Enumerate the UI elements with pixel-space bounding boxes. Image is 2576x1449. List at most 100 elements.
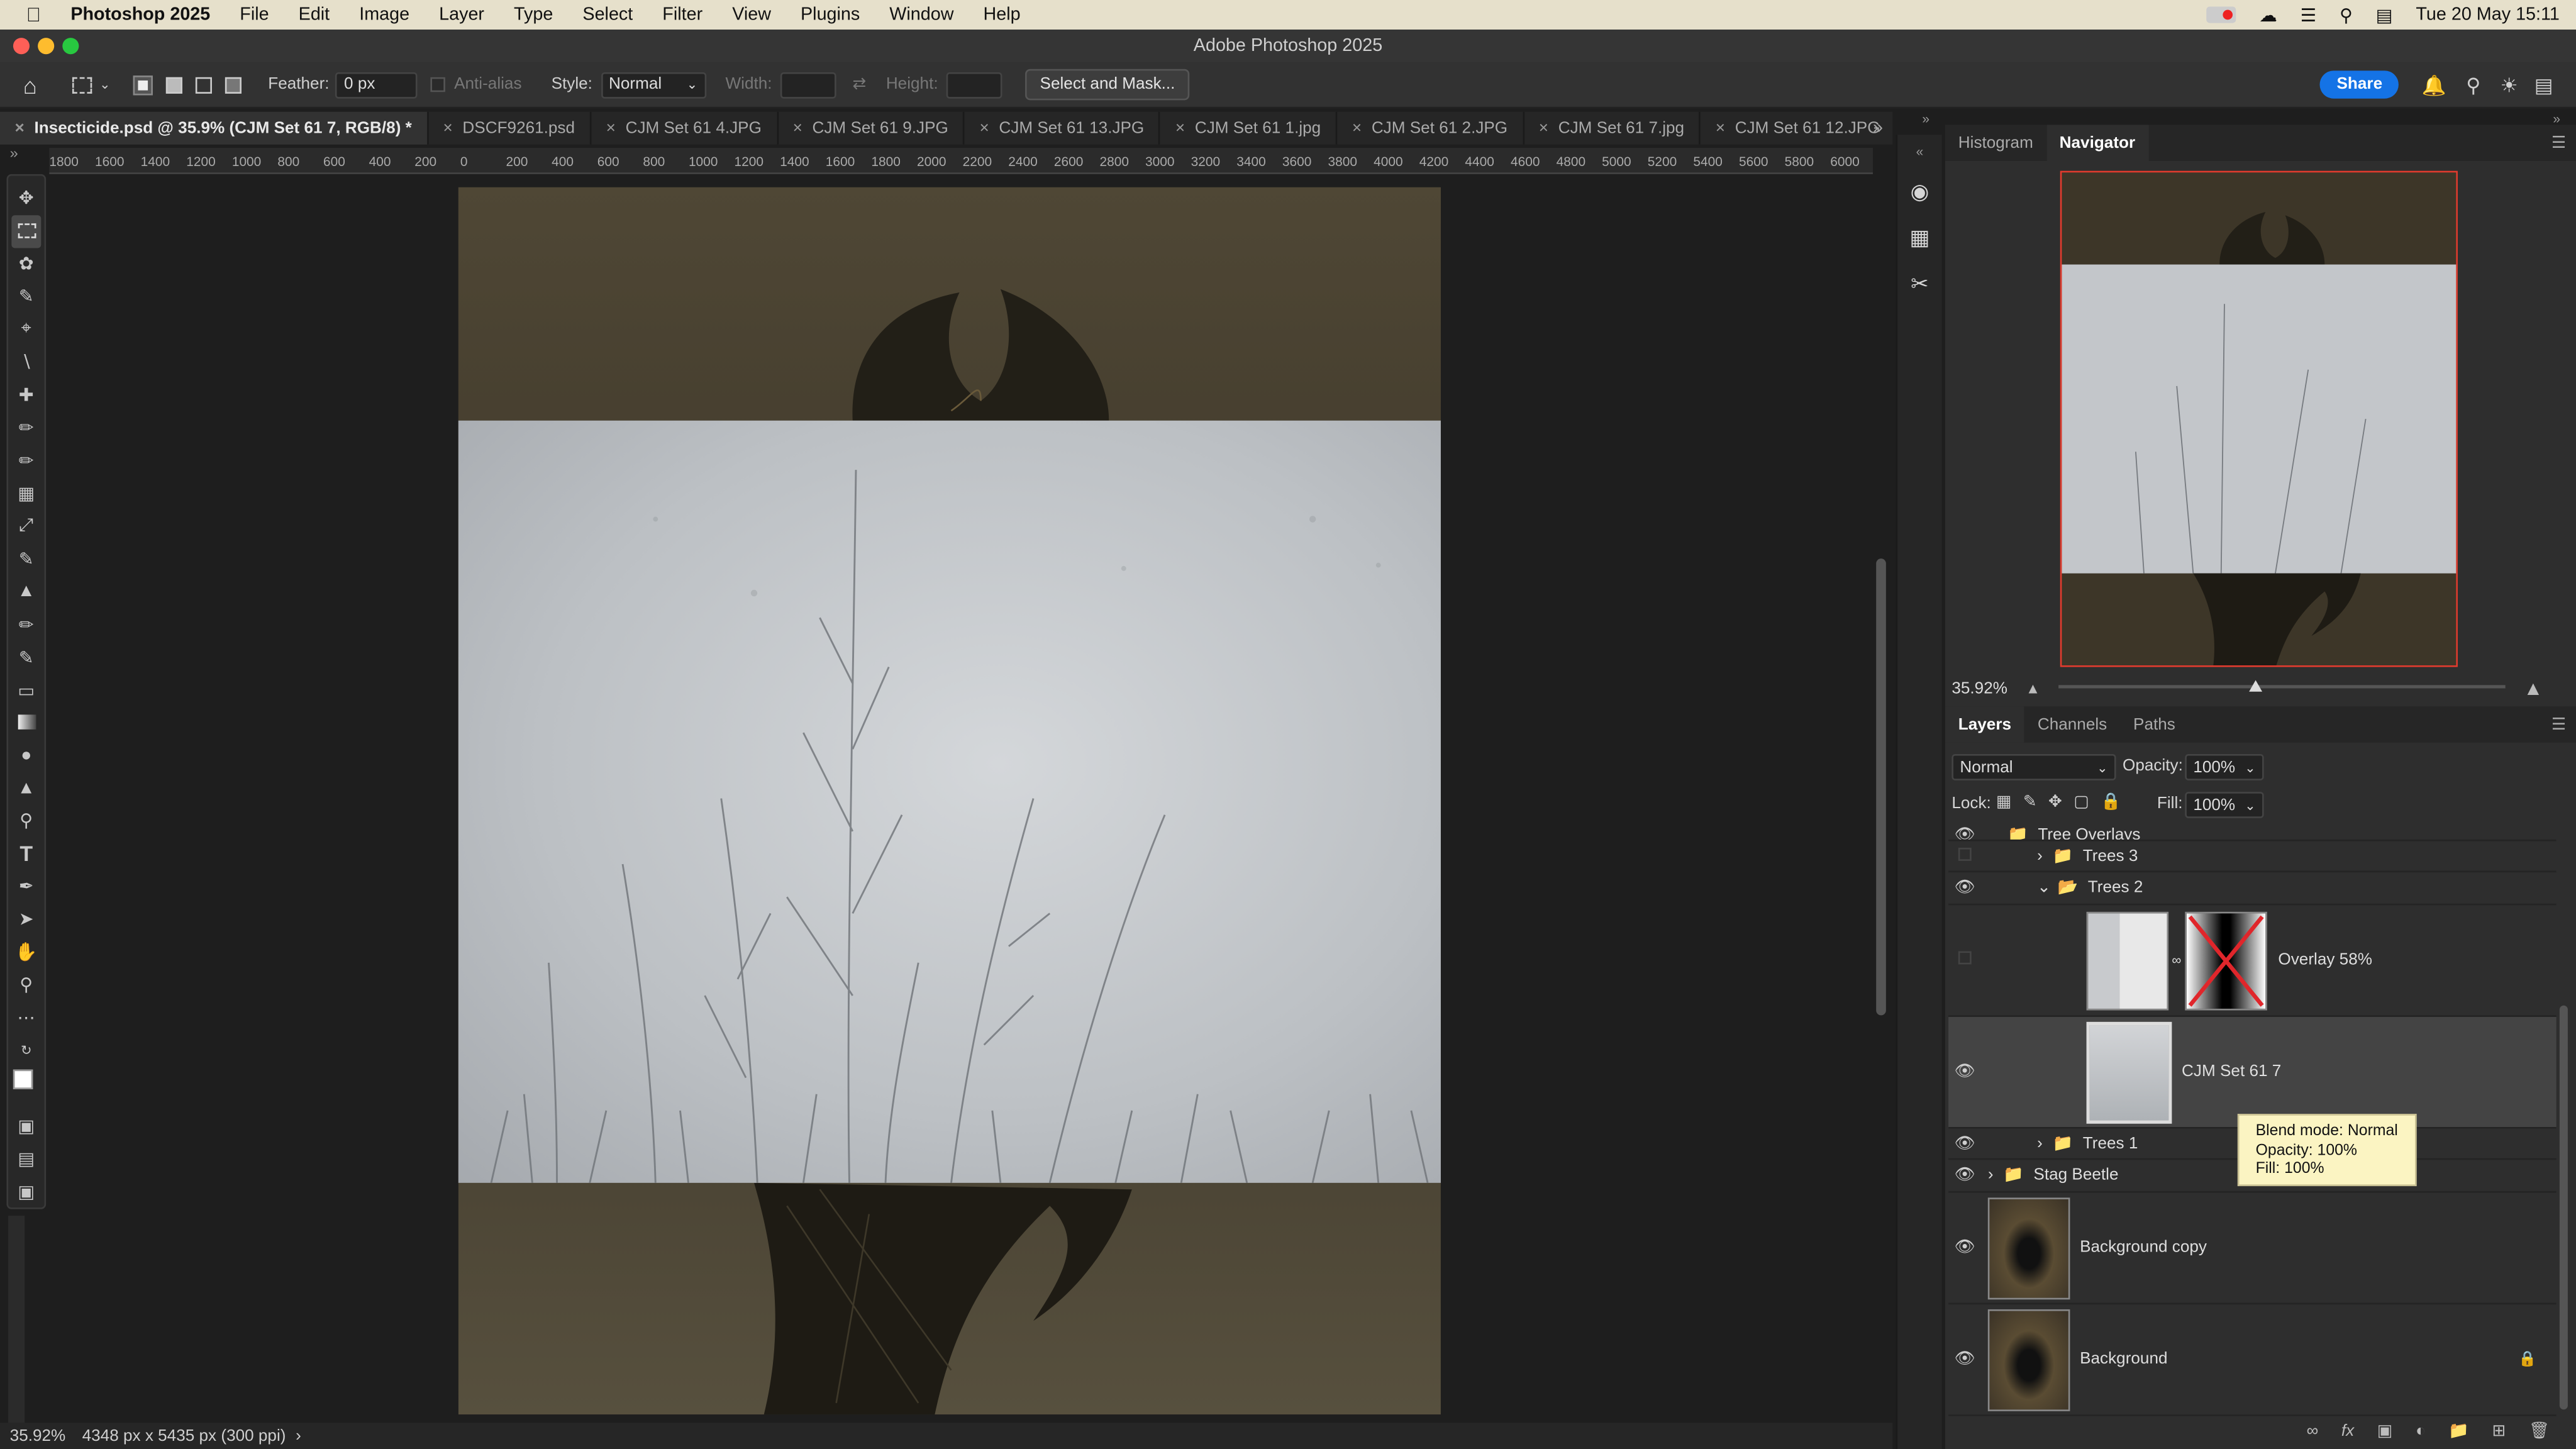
layer-name[interactable]: Background copy: [2080, 1239, 2207, 1257]
visibility-eye-icon[interactable]: 👁: [1948, 1135, 1981, 1153]
gradient-tool-icon[interactable]: [11, 706, 41, 739]
table-icon[interactable]: ▦: [1909, 225, 1929, 252]
menu-edit[interactable]: Edit: [284, 5, 345, 25]
lock-artboard-icon[interactable]: ▢: [2074, 794, 2089, 812]
crop-tool-icon[interactable]: ⌖: [11, 313, 41, 346]
visibility-eye-icon[interactable]: 👁: [1948, 826, 1981, 840]
quick-selection-tool-icon[interactable]: ✎: [11, 280, 41, 313]
type-tool-icon[interactable]: T: [11, 838, 41, 870]
navigator-preview[interactable]: [2060, 170, 2458, 667]
layer-name[interactable]: Background: [2080, 1350, 2167, 1368]
tools-settings-icon[interactable]: ✂: [1911, 271, 1928, 297]
search-icon[interactable]: ⚲: [2466, 73, 2480, 96]
menu-help[interactable]: Help: [969, 5, 1035, 25]
layer-name[interactable]: Tree Overlays: [2038, 826, 2140, 840]
status-dimensions[interactable]: 4348 px x 5435 px (300 ppi): [82, 1427, 286, 1445]
screen-mode-icon[interactable]: ▤: [11, 1142, 41, 1175]
new-selection-icon[interactable]: [133, 74, 153, 95]
creative-cloud-icon[interactable]: ☁: [2259, 4, 2277, 25]
tab-cjm-9[interactable]: × CJM Set 61 9.JPG: [778, 111, 965, 145]
layer-thumbnail[interactable]: [2086, 911, 2169, 1010]
tab-cjm-1[interactable]: × CJM Set 61 1.jpg: [1160, 111, 1338, 145]
color-swatches-icon[interactable]: [11, 1067, 42, 1109]
layer-name[interactable]: CJM Set 61 7: [2182, 1063, 2281, 1081]
lock-image-icon[interactable]: ✎: [2023, 794, 2037, 812]
spot-healing-tool-icon[interactable]: ✚: [11, 379, 41, 411]
collapse-right-icon[interactable]: »: [2553, 112, 2560, 127]
burn-tool-icon[interactable]: ⚲: [11, 805, 41, 838]
menu-plugins[interactable]: Plugins: [786, 5, 875, 25]
eyedropper-tool-icon[interactable]: ∖: [11, 346, 41, 379]
lock-position-icon[interactable]: ✥: [2048, 794, 2062, 812]
feather-input[interactable]: 0 px: [336, 71, 418, 98]
close-icon[interactable]: ×: [15, 119, 25, 137]
blend-mode-select[interactable]: Normal ⌄: [1951, 754, 2116, 780]
add-mask-icon[interactable]: ▣: [2377, 1422, 2393, 1440]
tab-cjm-7[interactable]: × CJM Set 61 7.jpg: [1524, 111, 1701, 145]
navigator-zoom-value[interactable]: 35.92%: [1951, 680, 2007, 698]
chevron-right-icon[interactable]: ›: [1988, 1167, 1994, 1185]
zoom-out-icon[interactable]: ▲: [2026, 680, 2040, 696]
collapse-panels-icon[interactable]: «: [1916, 145, 1924, 160]
panel-menu-icon[interactable]: ☰: [2551, 134, 2566, 152]
link-layers-icon[interactable]: ∞: [2307, 1422, 2319, 1440]
recording-icon[interactable]: [2206, 6, 2236, 23]
zoom-tool-icon[interactable]: ⚲: [11, 969, 41, 1001]
home-icon[interactable]: ⌂: [23, 72, 37, 98]
tab-cjm-2[interactable]: × CJM Set 61 2.JPG: [1337, 111, 1524, 145]
layer-style-icon[interactable]: fx: [2341, 1422, 2354, 1440]
layer-name[interactable]: Trees 1: [2083, 1135, 2138, 1153]
tab-paths[interactable]: Paths: [2120, 716, 2189, 734]
tab-cjm-12[interactable]: × CJM Set 61 12.JPG: [1701, 112, 1892, 145]
fill-input[interactable]: 100% ⌄: [2185, 792, 2264, 818]
tab-histogram[interactable]: Histogram: [1945, 134, 2046, 152]
zoom-window-button[interactable]: [62, 38, 79, 55]
height-input[interactable]: [946, 71, 1002, 98]
layer-thumbnail[interactable]: [1987, 1308, 2070, 1411]
chevron-right-icon[interactable]: ›: [2037, 1135, 2043, 1153]
lasso-tool-icon[interactable]: ✿: [11, 248, 41, 280]
layer-row-background[interactable]: 👁 Background 🔒: [1948, 1304, 2557, 1416]
hand-tool-icon[interactable]: ✋: [11, 936, 41, 969]
layer-name[interactable]: Overlay 58%: [2278, 951, 2372, 969]
lock-all-icon[interactable]: 🔒: [2101, 794, 2121, 812]
layer-row-cjm-set-61-7[interactable]: 👁 CJM Set 61 7: [1948, 1016, 2557, 1129]
chevron-down-icon[interactable]: ⌄: [2037, 879, 2051, 897]
tab-dscf9261[interactable]: × DSCF9261.psd: [428, 111, 592, 145]
tab-cjm-4[interactable]: × CJM Set 61 4.JPG: [591, 111, 779, 145]
visibility-eye-icon[interactable]: 👁: [1948, 1350, 1981, 1368]
menu-file[interactable]: File: [225, 5, 284, 25]
layer-thumbnail-selected[interactable]: [2086, 1021, 2172, 1123]
apple-icon[interactable]: : [0, 3, 56, 26]
close-icon[interactable]: ×: [443, 119, 452, 137]
close-icon[interactable]: ×: [1539, 119, 1548, 137]
share-button[interactable]: Share: [2320, 70, 2399, 99]
control-center-icon[interactable]: ▤: [2376, 4, 2393, 25]
chevron-down-icon[interactable]: ⌄: [99, 77, 111, 92]
delete-layer-icon[interactable]: 🗑: [2529, 1422, 2550, 1440]
close-icon[interactable]: ×: [1352, 119, 1362, 137]
layer-name[interactable]: Trees 2: [2088, 879, 2143, 897]
tabs-overflow-icon[interactable]: »: [1873, 118, 1883, 138]
quick-mask-icon[interactable]: ▣: [11, 1109, 41, 1142]
style-select[interactable]: Normal ⌄: [600, 71, 706, 98]
layer-name[interactable]: Stag Beetle: [2033, 1167, 2118, 1185]
menu-image[interactable]: Image: [345, 5, 425, 25]
pencil-tool-icon[interactable]: ✎: [11, 543, 41, 575]
layer-row-background-copy[interactable]: 👁 Background copy: [1948, 1192, 2557, 1305]
move-tool-icon[interactable]: ✥: [11, 182, 41, 215]
healing-brush-icon[interactable]: ✏: [11, 412, 41, 445]
mask-link-icon[interactable]: ∞: [2172, 953, 2181, 968]
panel-menu-icon[interactable]: ☰: [2551, 716, 2566, 734]
close-icon[interactable]: ×: [793, 119, 802, 137]
visibility-eye-icon[interactable]: 👁: [1948, 879, 1981, 897]
layer-thumbnail[interactable]: [1987, 1197, 2070, 1299]
art-brush-icon[interactable]: ✎: [11, 641, 41, 674]
layer-row-tree-overlays[interactable]: 👁 📁 Tree Overlays: [1948, 821, 2557, 841]
chevron-right-icon[interactable]: ›: [2037, 847, 2043, 865]
tab-insecticide[interactable]: × Insecticide.psd @ 35.9% (CJM Set 61 7, …: [0, 111, 428, 145]
generative-icon[interactable]: ▣: [11, 1175, 41, 1208]
add-selection-icon[interactable]: [166, 76, 183, 93]
notifications-icon[interactable]: 🔔: [2422, 73, 2446, 96]
tab-navigator[interactable]: Navigator: [2046, 125, 2149, 161]
